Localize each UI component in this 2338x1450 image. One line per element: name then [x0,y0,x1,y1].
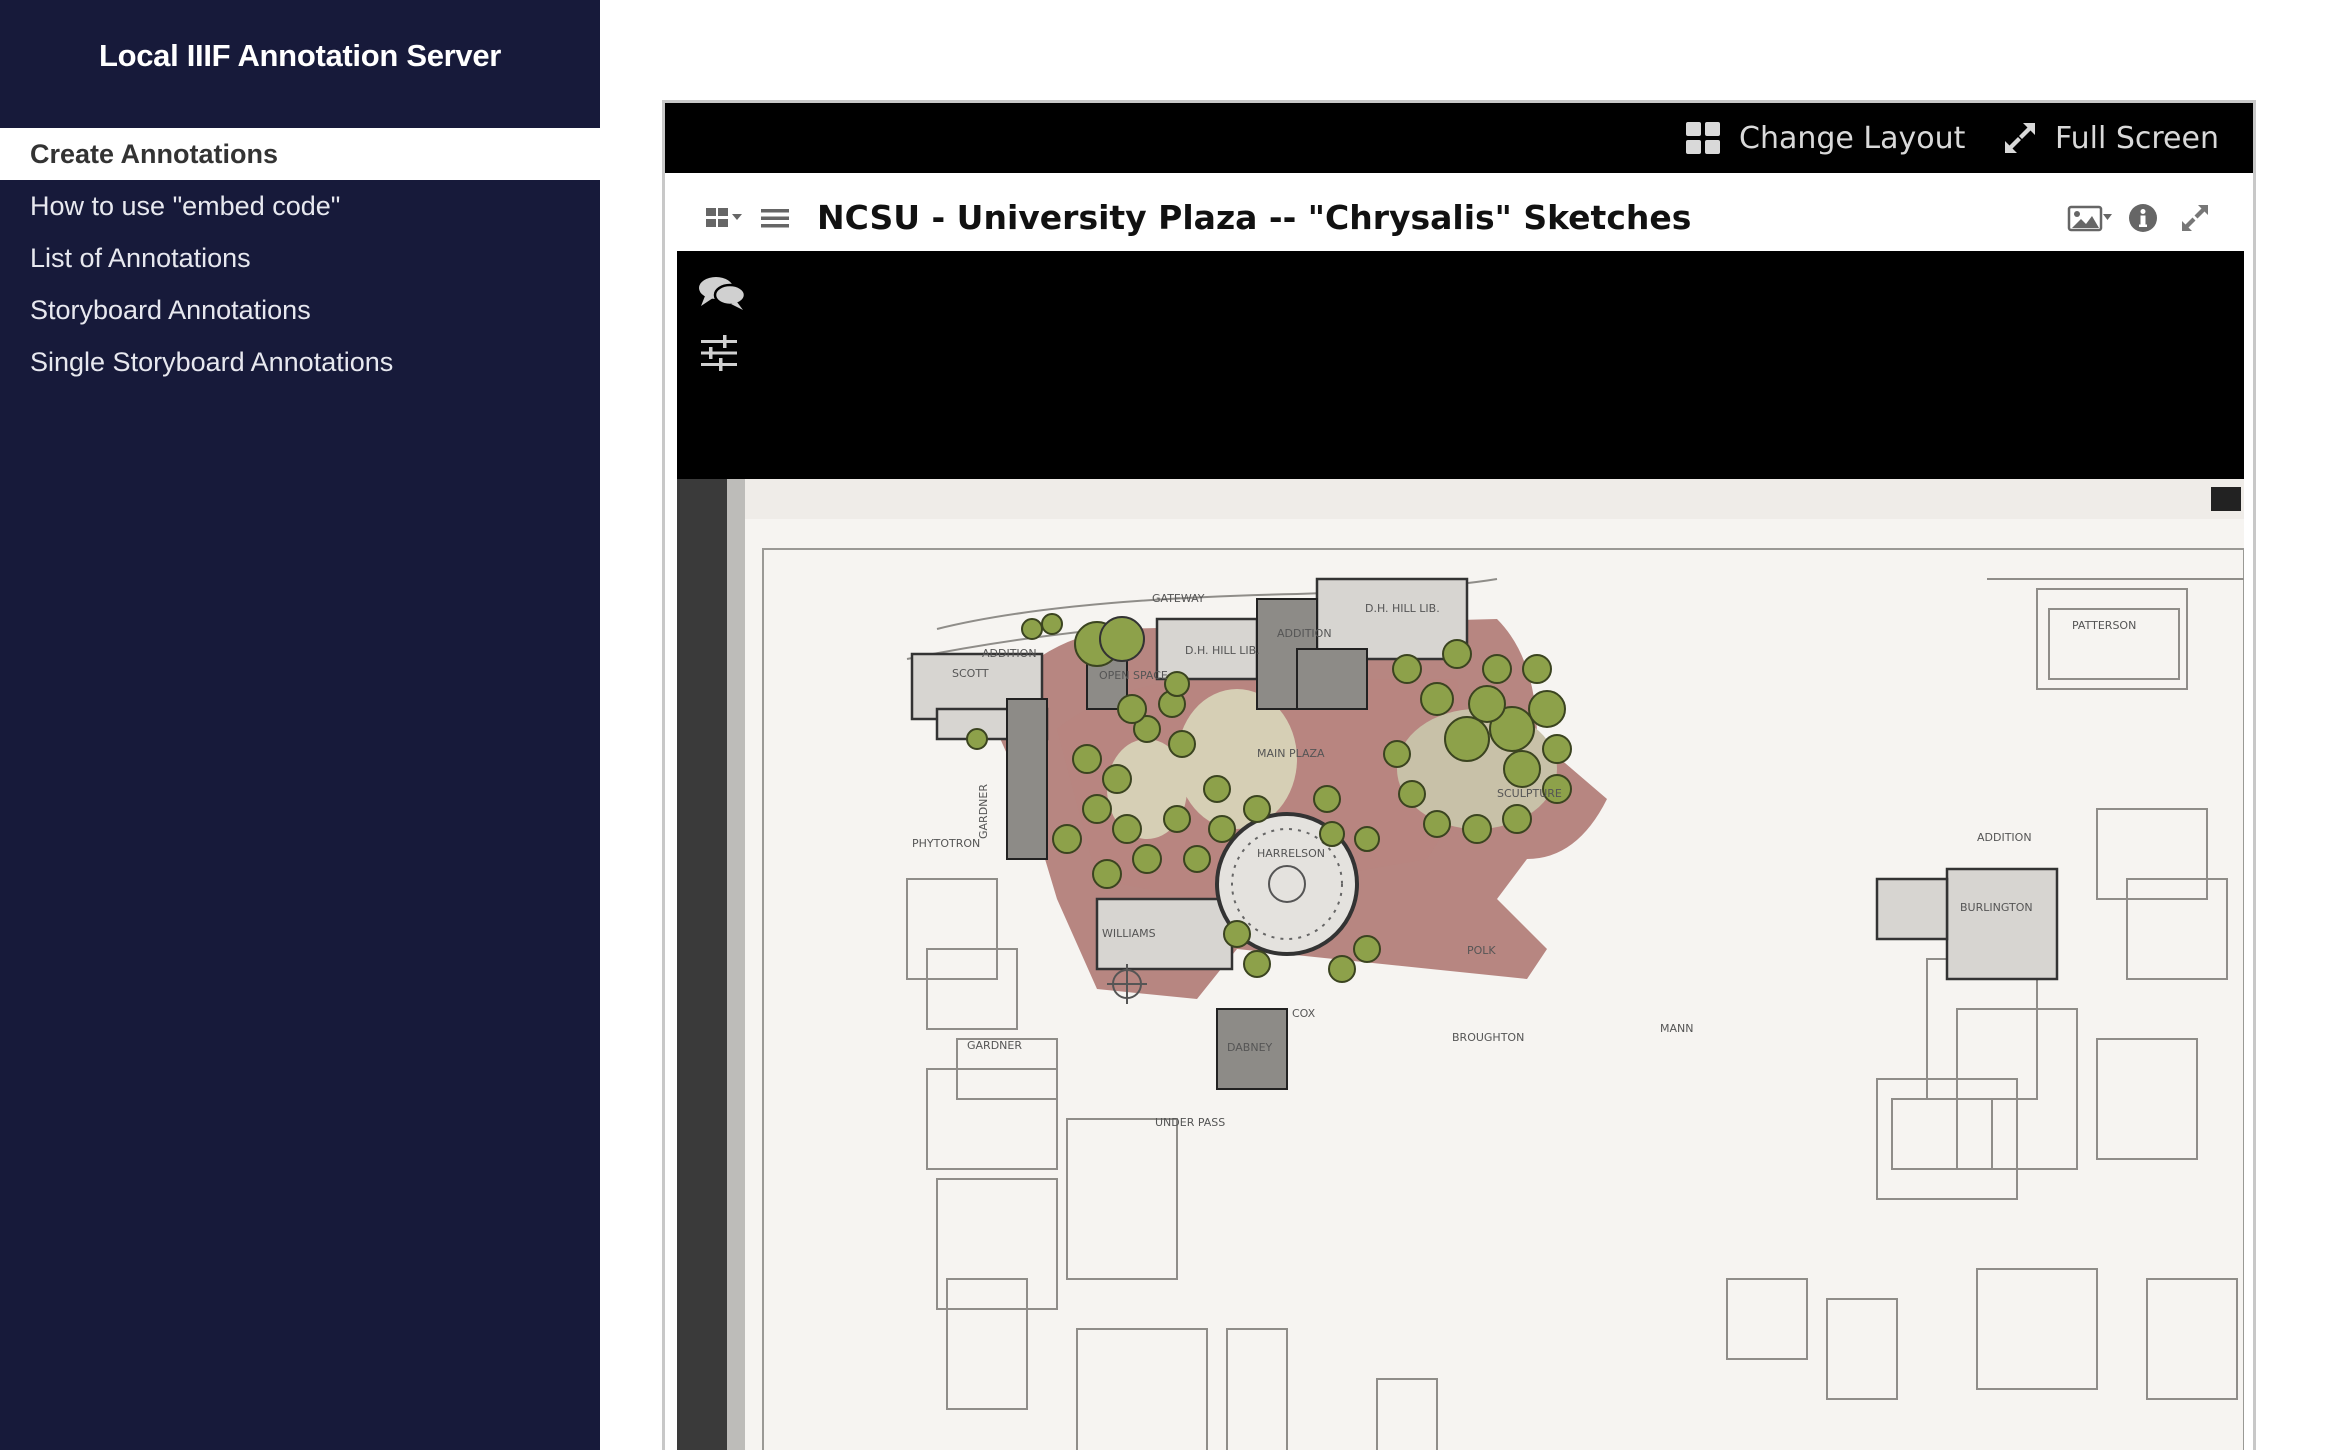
nav-item-storyboard-annotations[interactable]: Storyboard Annotations [0,284,600,336]
label-patterson: PATTERSON [2072,619,2136,632]
change-layout-button[interactable]: Change Layout [1685,103,1965,173]
label-addition-2: ADDITION [1277,627,1332,640]
grid-layout-icon [1685,121,1721,155]
nav-item-create-annotations[interactable]: Create Annotations [0,128,600,180]
label-dabney: DABNEY [1227,1041,1273,1054]
label-harrelson: HARRELSON [1257,847,1325,860]
label-gateway: GATEWAY [1152,592,1205,605]
change-layout-label: Change Layout [1739,120,1966,156]
nav-item-list-of-annotations[interactable]: List of Annotations [0,232,600,284]
fullscreen-arrows-icon [2003,121,2037,155]
mirador-viewer: Change Layout Full Screen NCSU - Univers… [662,100,2256,1450]
info-icon[interactable] [2127,185,2159,251]
nav-item-single-storyboard-annotations[interactable]: Single Storyboard Annotations [0,336,600,388]
label-main-plaza: MAIN PLAZA [1257,747,1325,760]
image-view-icon[interactable] [2067,185,2113,251]
label-broughton: BROUGHTON [1452,1031,1524,1044]
label-cox: COX [1292,1007,1316,1020]
nav-item-embed-code[interactable]: How to use "embed code" [0,180,600,232]
label-addition-3: ADDITION [1977,831,2032,844]
label-dh-hill-lib-1: D.H. HILL LIB. [1185,644,1260,657]
label-polk: POLK [1467,944,1496,957]
viewer-top-bar: Change Layout Full Screen [665,103,2253,173]
window-layout-icon[interactable] [705,185,745,251]
label-addition-1: ADDITION [982,647,1037,660]
canvas-toolbar-area [677,251,2244,479]
image-adjust-icon[interactable] [699,333,739,378]
site-plan-drawing: GATEWAY D.H. HILL LIB. D.H. HILL LIB. AD… [677,479,2244,1450]
label-scott: SCOTT [952,667,989,680]
full-screen-button[interactable]: Full Screen [2003,103,2219,173]
expand-icon[interactable] [2179,185,2211,251]
window-title: NCSU - University Plaza -- "Chrysalis" S… [817,198,1692,237]
label-under-pass: UNDER PASS [1155,1116,1225,1129]
label-phytotron: PHYTOTRON [912,837,980,850]
app-title: Local IIIF Annotation Server [98,38,502,73]
menu-icon[interactable] [759,185,791,251]
label-open-space: OPEN SPACE [1099,669,1168,682]
label-dh-hill-lib-2: D.H. HILL LIB. [1365,602,1440,615]
label-williams: WILLIAMS [1102,927,1156,940]
label-mann: MANN [1660,1022,1693,1035]
sidebar-nav: Create Annotations How to use "embed cod… [0,128,600,388]
window-header: NCSU - University Plaza -- "Chrysalis" S… [677,185,2244,252]
label-gardner-1: GARDNER [977,784,990,839]
full-screen-label: Full Screen [2055,120,2219,156]
sidebar: Local IIIF Annotation Server Create Anno… [0,0,600,1450]
canvas-image[interactable]: GATEWAY D.H. HILL LIB. D.H. HILL LIB. AD… [677,479,2244,1450]
annotations-comments-icon[interactable] [697,273,749,318]
label-burlington: BURLINGTON [1960,901,2033,914]
label-gardner-2: GARDNER [967,1039,1022,1052]
label-sculpture: SCULPTURE [1497,787,1562,800]
